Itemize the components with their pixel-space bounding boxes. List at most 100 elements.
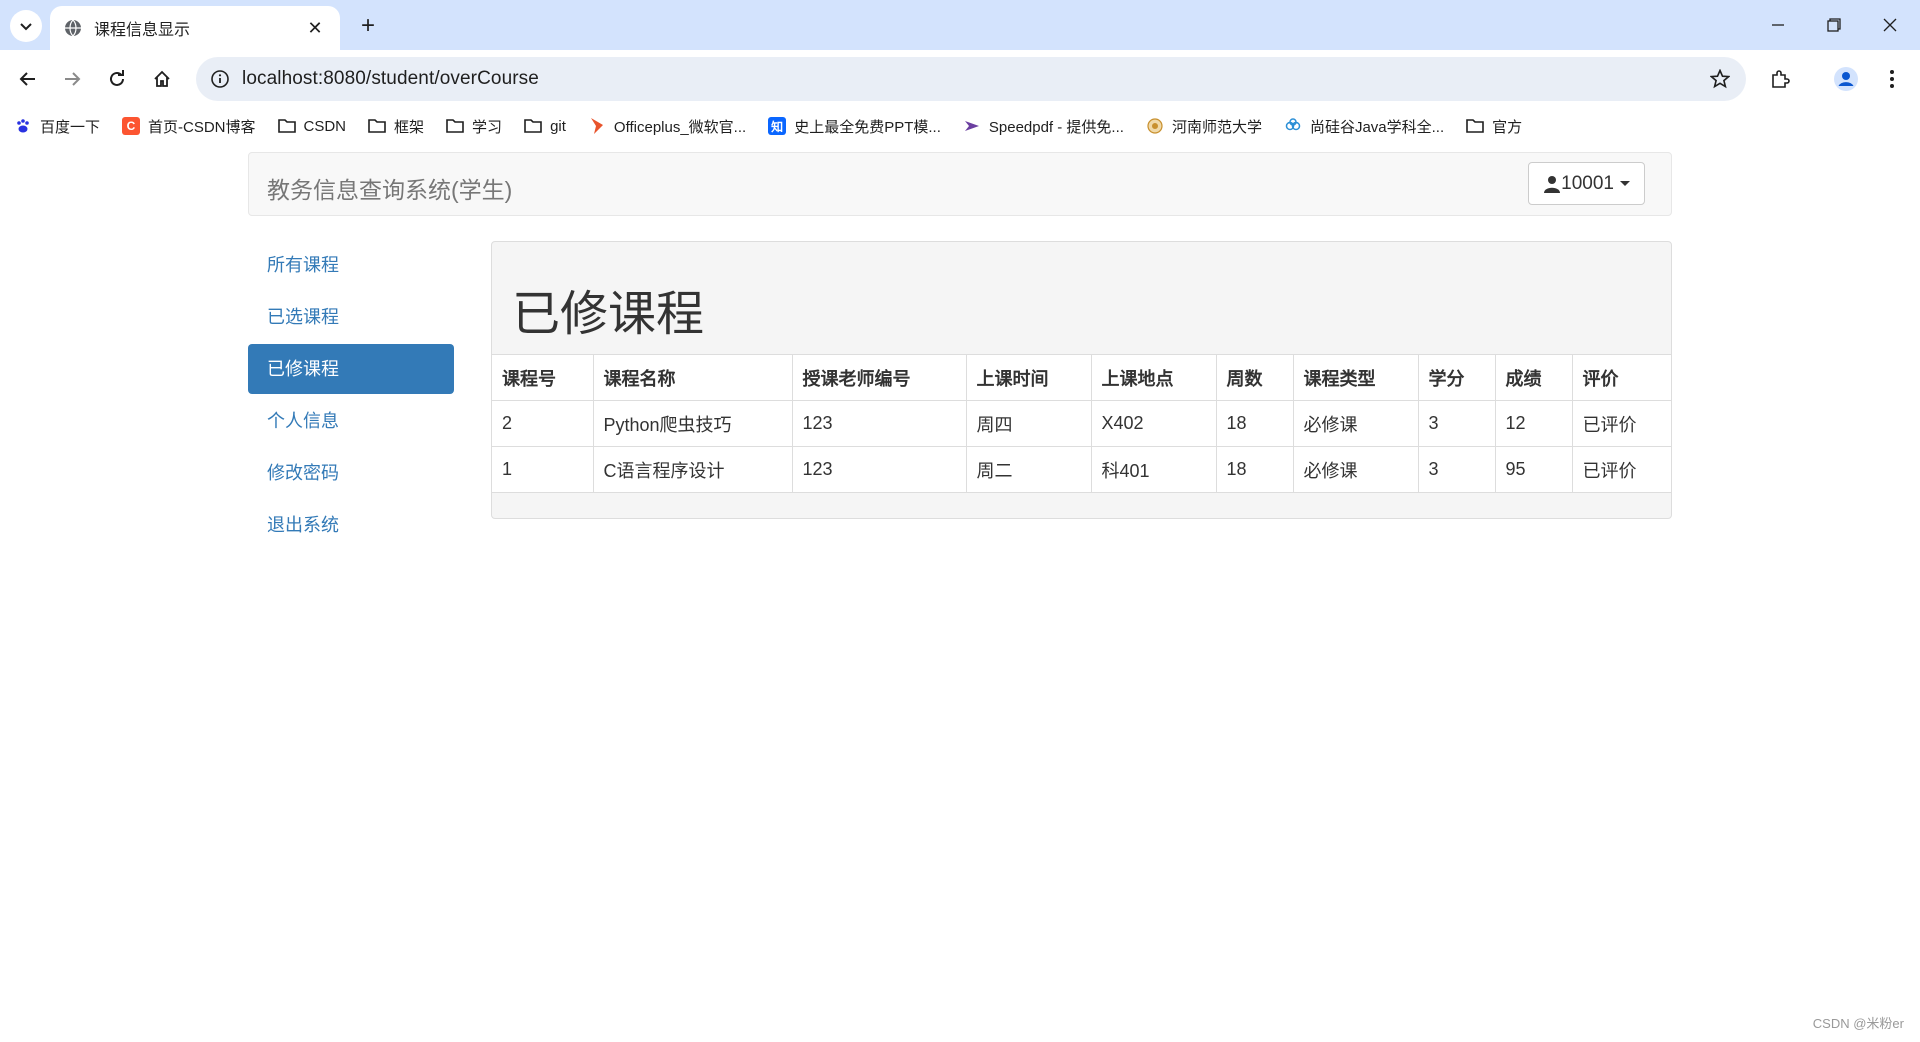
bookmark-star-icon[interactable]: [1706, 65, 1734, 93]
kebab-menu-icon: [1890, 70, 1894, 88]
table-cell: 18: [1215, 446, 1294, 493]
close-icon: [1883, 18, 1897, 32]
bookmark-label: 学习: [472, 118, 503, 136]
folder-icon: [446, 117, 464, 135]
minimize-button[interactable]: [1750, 0, 1806, 50]
courses-table: 课程号 课程名称 授课老师编号 上课时间 上课地点 周数 课程类型 学分 成绩 …: [492, 354, 1671, 493]
zhihu-icon: 知: [768, 117, 787, 135]
sidebar-item-logout[interactable]: 退出系统: [248, 500, 454, 550]
tab-search-button[interactable]: [10, 10, 42, 42]
table-cell: Python爬虫技巧: [592, 400, 793, 447]
bookmark-speedpdf[interactable]: Speedpdf - 提供免...: [963, 116, 1124, 137]
top-navbar: 教务信息查询系统(学生) 10001: [248, 152, 1672, 216]
folder-icon: [368, 117, 386, 135]
menu-button[interactable]: [1874, 61, 1910, 97]
restore-icon: [1827, 18, 1841, 32]
table-header-row: 课程号 课程名称 授课老师编号 上课时间 上课地点 周数 课程类型 学分 成绩 …: [492, 354, 1671, 401]
address-bar[interactable]: localhost:8080/student/overCourse: [196, 57, 1746, 101]
evaluation-cell: 已评价: [1571, 400, 1671, 447]
table-cell: 周四: [965, 400, 1092, 447]
score-cell: 12: [1494, 400, 1573, 447]
puzzle-icon: [1772, 70, 1790, 88]
reload-button[interactable]: [99, 61, 135, 97]
table-cell: X402: [1090, 400, 1217, 447]
bookmark-label: 河南师范大学: [1171, 118, 1262, 136]
bookmark-label: 首页-CSDN博客: [148, 118, 256, 136]
table-row: 1 C语言程序设计 123 周二 科401 18 必修课 3 95 已评价: [492, 446, 1671, 493]
table-cell: 123: [791, 400, 967, 447]
sidebar-item-change-password[interactable]: 修改密码: [248, 448, 454, 498]
university-icon: [1146, 117, 1164, 135]
bookmark-label: 史上最全免费PPT模...: [794, 118, 941, 136]
site-info-icon[interactable]: [206, 65, 234, 93]
column-header: 成绩: [1494, 354, 1573, 401]
bookmark-atguigu[interactable]: 尚硅谷Java学科全...: [1284, 116, 1444, 137]
table-cell: 1: [492, 446, 594, 493]
tab-title: 课程信息显示: [94, 22, 191, 39]
bookmark-label: 百度一下: [40, 118, 101, 136]
arrow-right-icon: [65, 72, 81, 86]
bookmark-label: 官方: [1492, 118, 1523, 136]
restore-button[interactable]: [1806, 0, 1862, 50]
tab-strip: 课程信息显示 ✕ +: [0, 0, 1920, 50]
home-button[interactable]: [144, 61, 180, 97]
page-title: 已修课程: [512, 288, 705, 341]
user-icon: [1544, 175, 1561, 193]
browser-tab[interactable]: 课程信息显示 ✕: [50, 6, 340, 50]
sidebar-item-personal-info[interactable]: 个人信息: [248, 396, 454, 446]
column-header: 课程类型: [1292, 354, 1419, 401]
bookmark-officeplus[interactable]: Officeplus_微软官...: [588, 116, 746, 137]
table-cell: 3: [1417, 446, 1496, 493]
table-cell: 18: [1215, 400, 1294, 447]
bookmark-folder-csdn[interactable]: CSDN: [277, 117, 346, 135]
sidebar-item-all-courses[interactable]: 所有课程: [248, 240, 454, 290]
bookmark-label: Officeplus_微软官...: [613, 118, 747, 136]
table-cell: 3: [1417, 400, 1496, 447]
home-icon: [154, 70, 170, 87]
new-tab-button[interactable]: +: [352, 10, 384, 42]
table-cell: 123: [791, 446, 967, 493]
browser-toolbar: localhost:8080/student/overCourse: [0, 50, 1920, 108]
bookmark-folder-official[interactable]: 官方: [1466, 116, 1522, 137]
speedpdf-icon: [963, 117, 981, 135]
atguigu-icon: [1284, 117, 1302, 135]
system-brand[interactable]: 教务信息查询系统(学生): [267, 171, 512, 205]
tab-close-icon[interactable]: ✕: [304, 17, 326, 39]
profile-button[interactable]: [1828, 61, 1864, 97]
user-dropdown-button[interactable]: 10001: [1528, 162, 1645, 205]
bookmark-folder-study[interactable]: 学习: [446, 116, 502, 137]
bookmark-baidu[interactable]: 百度一下: [14, 116, 100, 137]
column-header: 周数: [1215, 354, 1294, 401]
sidebar-item-completed-courses[interactable]: 已修课程: [248, 344, 454, 394]
bookmark-henan-normal[interactable]: 河南师范大学: [1146, 116, 1262, 137]
column-header: 上课时间: [965, 354, 1092, 401]
watermark: CSDN @米粉er: [1812, 1016, 1904, 1031]
close-window-button[interactable]: [1862, 0, 1918, 50]
table-cell: 必修课: [1292, 446, 1419, 493]
bookmark-label: 框架: [394, 118, 425, 136]
column-header: 课程名称: [592, 354, 793, 401]
column-header: 上课地点: [1090, 354, 1217, 401]
sidebar-item-selected-courses[interactable]: 已选课程: [248, 292, 454, 342]
bookmark-ppt[interactable]: 知 史上最全免费PPT模...: [768, 116, 941, 137]
bookmark-csdn-home[interactable]: C 首页-CSDN博客: [122, 116, 256, 137]
evaluation-cell: 已评价: [1571, 446, 1671, 493]
extensions-button[interactable]: [1762, 61, 1798, 97]
folder-icon: [277, 117, 296, 135]
bookmark-folder-git[interactable]: git: [524, 117, 566, 135]
url-text[interactable]: localhost:8080/student/overCourse: [242, 68, 539, 90]
bookmark-label: Speedpdf - 提供免...: [988, 118, 1124, 136]
forward-button[interactable]: [54, 61, 90, 97]
table-cell: 必修课: [1292, 400, 1419, 447]
user-id: 10001: [1561, 172, 1614, 194]
table-row: 2 Python爬虫技巧 123 周四 X402 18 必修课 3 12 已评价: [492, 400, 1671, 447]
bookmark-folder-framework[interactable]: 框架: [368, 116, 424, 137]
column-header: 学分: [1417, 354, 1496, 401]
back-button[interactable]: [10, 61, 46, 97]
completed-courses-panel: 已修课程 课程号 课程名称 授课老师编号 上课时间 上课地点 周数 课程类型 学…: [491, 241, 1672, 519]
bookmark-label: 尚硅谷Java学科全...: [1309, 118, 1445, 136]
caret-down-icon: [1620, 181, 1630, 186]
officeplus-icon: [588, 117, 606, 135]
arrow-left-icon: [19, 72, 35, 86]
baidu-icon: [14, 117, 32, 135]
